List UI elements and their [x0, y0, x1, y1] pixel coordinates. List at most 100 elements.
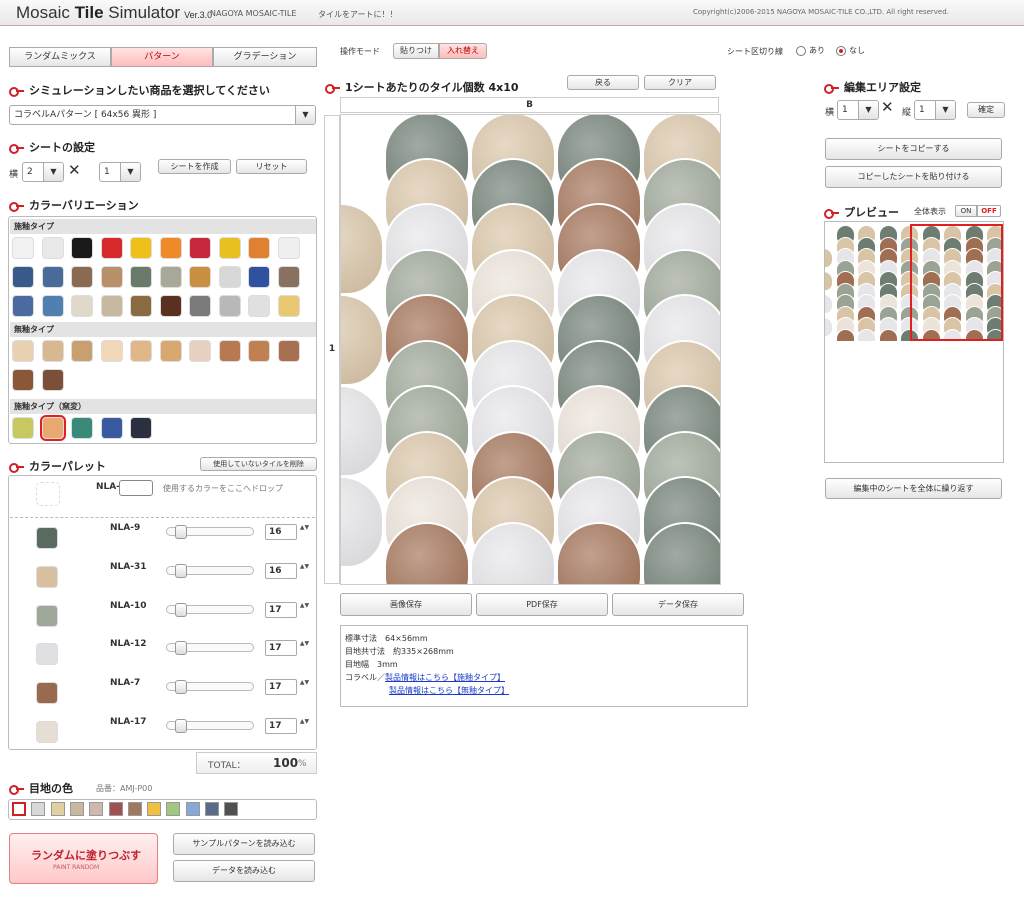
color-swatch[interactable] — [41, 295, 64, 317]
color-swatch[interactable] — [130, 237, 152, 259]
repeat-sheet-button[interactable]: 編集中のシートを全体に繰り返す — [825, 478, 1002, 499]
whole-on-button[interactable]: ON — [955, 205, 977, 217]
grout-color-swatch[interactable] — [69, 802, 84, 816]
edit-v-select[interactable]: 1 ▼ — [914, 100, 956, 120]
copy-sheet-button[interactable]: シートをコピーする — [825, 138, 1002, 160]
grout-color-swatch[interactable] — [12, 802, 26, 816]
color-swatch[interactable] — [277, 266, 300, 288]
ratio-input[interactable]: 17 — [265, 679, 297, 696]
tile-canvas[interactable] — [340, 114, 721, 585]
color-swatch[interactable] — [71, 295, 93, 317]
grout-color-swatch[interactable] — [205, 802, 219, 816]
stepper-icon[interactable]: ▲▼ — [299, 602, 310, 618]
color-swatch[interactable] — [41, 237, 64, 259]
clear-button[interactable]: クリア — [644, 75, 716, 90]
create-sheet-button[interactable]: シートを作成 — [158, 159, 231, 174]
palette-tile[interactable] — [36, 527, 58, 549]
load-sample-button[interactable]: サンプルパターンを読み込む — [173, 833, 315, 855]
color-ratio-slider[interactable] — [166, 563, 254, 578]
ratio-input[interactable]: 17 — [265, 640, 297, 657]
color-swatch[interactable] — [41, 340, 64, 362]
divider-on-radio[interactable]: あり — [796, 45, 825, 56]
palette-tile[interactable] — [36, 604, 58, 627]
stepper-icon[interactable]: ▲▼ — [299, 524, 310, 540]
product-select[interactable]: コラベルAパターン [ 64x56 異形 ] ▼ — [9, 105, 316, 125]
grout-color-swatch[interactable] — [127, 802, 142, 816]
color-swatch[interactable] — [71, 417, 93, 439]
drop-code-input[interactable] — [119, 480, 153, 496]
grout-color-swatch[interactable] — [185, 802, 200, 816]
grout-color-swatch[interactable] — [50, 802, 65, 816]
save-pdf-button[interactable]: PDF保存 — [476, 593, 608, 616]
color-ratio-slider[interactable] — [166, 602, 254, 617]
color-swatch[interactable] — [130, 417, 152, 439]
color-ratio-slider[interactable] — [166, 525, 254, 539]
color-swatch[interactable] — [130, 340, 152, 362]
mode-swap-button[interactable]: 入れ替え — [439, 43, 487, 59]
color-ratio-slider[interactable] — [166, 719, 254, 733]
grid-tile[interactable] — [341, 294, 384, 386]
color-swatch[interactable] — [41, 369, 64, 391]
load-data-button[interactable]: データを読み込む — [173, 860, 315, 882]
color-swatch[interactable] — [277, 237, 300, 259]
color-swatch[interactable] — [100, 295, 123, 317]
ratio-input[interactable]: 16 — [265, 562, 297, 579]
color-swatch[interactable] — [100, 237, 123, 259]
grout-color-swatch[interactable] — [89, 802, 104, 816]
color-swatch[interactable] — [12, 295, 34, 317]
color-swatch[interactable] — [41, 266, 64, 288]
color-swatch[interactable] — [189, 266, 211, 288]
divider-off-radio[interactable]: なし — [836, 45, 865, 56]
color-swatch[interactable] — [12, 417, 34, 439]
sheet-h-select[interactable]: 2 ▼ — [22, 162, 64, 182]
save-image-button[interactable]: 画像保存 — [340, 593, 472, 616]
stepper-icon[interactable]: ▲▼ — [299, 640, 310, 656]
color-swatch[interactable] — [248, 295, 270, 317]
stepper-icon[interactable]: ▲▼ — [299, 679, 310, 695]
color-swatch[interactable] — [12, 266, 34, 288]
grid-tile[interactable] — [341, 385, 384, 477]
color-swatch[interactable] — [189, 340, 211, 362]
color-swatch[interactable] — [248, 237, 270, 259]
color-swatch[interactable] — [218, 266, 241, 288]
color-swatch[interactable] — [12, 237, 34, 259]
grout-color-swatch[interactable] — [31, 802, 46, 816]
color-swatch[interactable] — [189, 295, 211, 317]
color-swatch[interactable] — [277, 340, 300, 362]
drop-target-tile[interactable] — [36, 482, 60, 506]
grout-color-swatch[interactable] — [166, 802, 181, 816]
stepper-icon[interactable]: ▲▼ — [299, 563, 310, 579]
color-swatch[interactable] — [71, 340, 93, 362]
grout-color-swatch[interactable] — [108, 802, 123, 816]
mode-paste-button[interactable]: 貼りつけ — [393, 43, 439, 59]
whole-off-button[interactable]: OFF — [977, 205, 1001, 217]
color-swatch[interactable] — [71, 237, 93, 259]
color-swatch[interactable] — [130, 266, 152, 288]
color-ratio-slider[interactable] — [166, 680, 254, 695]
grid-tile[interactable] — [341, 203, 384, 295]
color-swatch[interactable] — [159, 237, 182, 259]
confirm-button[interactable]: 確定 — [967, 102, 1005, 118]
palette-tile[interactable] — [36, 643, 58, 666]
color-swatch[interactable] — [218, 340, 241, 362]
grid-tile[interactable] — [341, 476, 384, 568]
color-swatch[interactable] — [159, 266, 182, 288]
unglazed-info-link[interactable]: 製品情報はこちら【無釉タイプ】 — [389, 686, 509, 695]
remove-unused-button[interactable]: 使用していないタイルを削除 — [200, 457, 317, 471]
tab-random-mix[interactable]: ランダムミックス — [9, 47, 111, 67]
color-swatch[interactable] — [130, 295, 152, 317]
grout-color-swatch[interactable] — [224, 802, 239, 816]
color-swatch[interactable] — [159, 340, 182, 362]
color-swatch[interactable] — [218, 237, 241, 259]
save-data-button[interactable]: データ保存 — [612, 593, 744, 616]
color-swatch[interactable] — [100, 417, 123, 439]
paste-sheet-button[interactable]: コピーしたシートを貼り付ける — [825, 166, 1002, 188]
reset-button[interactable]: リセット — [236, 159, 307, 174]
tab-gradation[interactable]: グラデーション — [213, 47, 317, 67]
edit-h-select[interactable]: 1 ▼ — [837, 100, 879, 120]
color-ratio-slider[interactable] — [166, 641, 254, 656]
glazed-info-link[interactable]: 製品情報はこちら【施釉タイプ】 — [385, 673, 505, 682]
color-swatch[interactable] — [218, 295, 241, 317]
color-swatch[interactable] — [39, 415, 66, 441]
color-swatch[interactable] — [12, 369, 34, 391]
